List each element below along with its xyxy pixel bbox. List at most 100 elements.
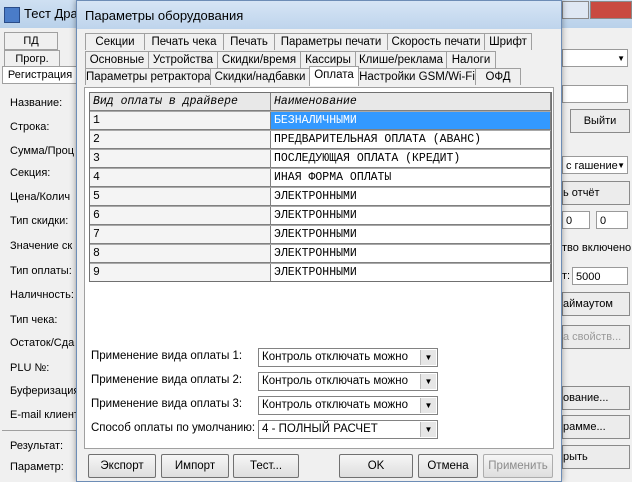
- tab-2-3[interactable]: Настройки GSM/Wi-Fi: [358, 68, 476, 85]
- grid-cell-name[interactable]: ЭЛЕКТРОННЫМИ: [271, 264, 551, 281]
- grid-row[interactable]: 1 БЕЗНАЛИЧНЫМИ: [90, 112, 551, 131]
- chevron-down-icon: ▼: [617, 54, 625, 63]
- right-input[interactable]: [562, 85, 628, 103]
- grid-cell-name[interactable]: ПОСЛЕДУЮЩАЯ ОПЛАТА (КРЕДИТ): [271, 150, 551, 168]
- tab-2-1[interactable]: Скидки/надбавки: [210, 68, 310, 85]
- chevron-down-icon[interactable]: ▼: [420, 422, 436, 437]
- combo-value: Контроль отключать можно: [262, 399, 409, 411]
- value-input-2[interactable]: 0: [596, 211, 628, 229]
- tab-2-4[interactable]: ОФД: [475, 68, 521, 85]
- tab-0-1[interactable]: Печать чека: [144, 33, 224, 50]
- main-form-label: E-mail клиент: [10, 409, 79, 421]
- tab-1-2[interactable]: Скидки/время: [217, 51, 301, 68]
- grid-cell-index[interactable]: 1: [90, 112, 271, 130]
- exit-button[interactable]: Выйти: [570, 109, 630, 133]
- tab-1-1[interactable]: Устройства: [148, 51, 218, 68]
- test-button[interactable]: Тест...: [233, 454, 299, 478]
- grid-cell-name[interactable]: ЭЛЕКТРОННЫМИ: [271, 226, 551, 244]
- grid-header-driver-type[interactable]: Вид оплаты в драйвере: [90, 93, 271, 111]
- tab-registration[interactable]: Регистрация: [2, 66, 78, 84]
- grid-cell-name[interactable]: ИНАЯ ФОРМА ОПЛАТЫ: [271, 169, 551, 187]
- cancel-button[interactable]: Отмена: [418, 454, 478, 478]
- grid-cell-name[interactable]: БЕЗНАЛИЧНЫМИ: [271, 112, 551, 130]
- combo-value: 4 - ПОЛНЫЙ РАСЧЕТ: [262, 423, 378, 435]
- tab-0-2[interactable]: Печать: [223, 33, 275, 50]
- grid-cell-name[interactable]: ЭЛЕКТРОННЫМИ: [271, 207, 551, 225]
- grid-cell-index[interactable]: 9: [90, 264, 271, 281]
- grid-cell-index[interactable]: 3: [90, 150, 271, 168]
- timeout-button[interactable]: аймаутом: [562, 292, 630, 316]
- tab-0-3[interactable]: Параметры печати: [274, 33, 388, 50]
- main-form-label: Буферизация: [10, 385, 80, 397]
- report-button[interactable]: ь отчёт: [562, 181, 630, 205]
- chevron-down-icon[interactable]: ▼: [420, 398, 436, 413]
- right-combo-top[interactable]: ▼: [562, 49, 628, 67]
- tab-1-5[interactable]: Налоги: [446, 51, 496, 68]
- tab-1-0[interactable]: Основные: [85, 51, 149, 68]
- field-label: Применение вида оплаты 3:: [91, 398, 243, 410]
- grid-row[interactable]: 7 ЭЛЕКТРОННЫМИ: [90, 226, 551, 245]
- properties-button[interactable]: а свойств...: [562, 325, 630, 349]
- main-form-label: Цена/Колич: [10, 191, 71, 203]
- combo-value: Контроль отключать можно: [262, 375, 409, 387]
- main-form-label: Тип чека:: [10, 314, 58, 326]
- grid-cell-index[interactable]: 6: [90, 207, 271, 225]
- main-form-label: Тип оплаты:: [10, 265, 72, 277]
- payment-mode-combo[interactable]: Контроль отключать можно ▼: [258, 348, 438, 367]
- field-label: Применение вида оплаты 2:: [91, 374, 243, 386]
- grid-cell-index[interactable]: 8: [90, 245, 271, 263]
- grid-row[interactable]: 2 ПРЕДВАРИТЕЛЬНАЯ ОПЛАТА (АВАНС): [90, 131, 551, 150]
- close-device-button[interactable]: рыть: [562, 445, 630, 469]
- grid-cell-name[interactable]: ПРЕДВАРИТЕЛЬНАЯ ОПЛАТА (АВАНС): [271, 131, 551, 149]
- maximize-button[interactable]: [562, 1, 589, 19]
- tab-0-0[interactable]: Секции: [85, 33, 145, 50]
- field-label: Способ оплаты по умолчанию:: [91, 422, 256, 434]
- equipment-button[interactable]: ование...: [562, 386, 630, 410]
- payment-mode-combo[interactable]: 4 - ПОЛНЫЙ РАСЧЕТ ▼: [258, 420, 438, 439]
- close-button[interactable]: [590, 1, 632, 19]
- grid-cell-index[interactable]: 7: [90, 226, 271, 244]
- gasheniye-label: с гашение: [566, 160, 618, 172]
- tab-0-4[interactable]: Скорость печати: [387, 33, 485, 50]
- tab-2-2[interactable]: Оплата: [309, 66, 359, 86]
- gasheniye-combo[interactable]: с гашение ▼: [562, 156, 628, 174]
- grid-cell-name[interactable]: ЭЛЕКТРОННЫМИ: [271, 245, 551, 263]
- grid-cell-index[interactable]: 4: [90, 169, 271, 187]
- main-form-label: Сумма/Проц: [10, 145, 75, 157]
- main-form-label: Название:: [10, 97, 63, 109]
- chevron-down-icon[interactable]: ▼: [420, 374, 436, 389]
- grid-row[interactable]: 3 ПОСЛЕДУЮЩАЯ ОПЛАТА (КРЕДИТ): [90, 150, 551, 169]
- tab-2-0[interactable]: Параметры ретрактора: [85, 68, 211, 85]
- export-button[interactable]: Экспорт: [88, 454, 156, 478]
- apply-button[interactable]: Применить: [483, 454, 553, 478]
- combo-value: Контроль отключать можно: [262, 351, 409, 363]
- timeout-prefix: т:: [562, 270, 571, 282]
- tab-0-5[interactable]: Шрифт: [484, 33, 532, 50]
- grid-cell-index[interactable]: 5: [90, 188, 271, 206]
- grid-row[interactable]: 9 ЭЛЕКТРОННЫМИ: [90, 264, 551, 281]
- main-form-label: Тип скидки:: [10, 215, 69, 227]
- ok-button[interactable]: OK: [339, 454, 413, 478]
- tab-pd[interactable]: ПД: [4, 32, 58, 50]
- value-input-1[interactable]: 0: [562, 211, 590, 229]
- payment-mode-combo[interactable]: Контроль отключать можно ▼: [258, 396, 438, 415]
- chevron-down-icon[interactable]: ▼: [420, 350, 436, 365]
- main-form-label: Строка:: [10, 121, 50, 133]
- payment-mode-combo[interactable]: Контроль отключать можно ▼: [258, 372, 438, 391]
- grid-header-row: Вид оплаты в драйвере Наименование: [90, 93, 551, 112]
- payment-types-grid[interactable]: Вид оплаты в драйвере Наименование 1 БЕЗН…: [89, 92, 552, 282]
- grid-cell-name[interactable]: ЭЛЕКТРОННЫМИ: [271, 188, 551, 206]
- grid-header-name[interactable]: Наименование: [271, 93, 551, 111]
- import-button[interactable]: Импорт: [161, 454, 229, 478]
- enabled-text: тво включено: [562, 242, 632, 254]
- timeout-input[interactable]: 5000: [572, 267, 628, 285]
- grid-cell-index[interactable]: 2: [90, 131, 271, 149]
- grid-row[interactable]: 4 ИНАЯ ФОРМА ОПЛАТЫ: [90, 169, 551, 188]
- program-button[interactable]: рамме...: [562, 415, 630, 439]
- tab-1-4[interactable]: Клише/реклама: [355, 51, 447, 68]
- chevron-down-icon: ▼: [617, 161, 625, 170]
- grid-row[interactable]: 8 ЭЛЕКТРОННЫМИ: [90, 245, 551, 264]
- grid-row[interactable]: 6 ЭЛЕКТРОННЫМИ: [90, 207, 551, 226]
- grid-row[interactable]: 5 ЭЛЕКТРОННЫМИ: [90, 188, 551, 207]
- main-form-label: PLU №:: [10, 362, 50, 374]
